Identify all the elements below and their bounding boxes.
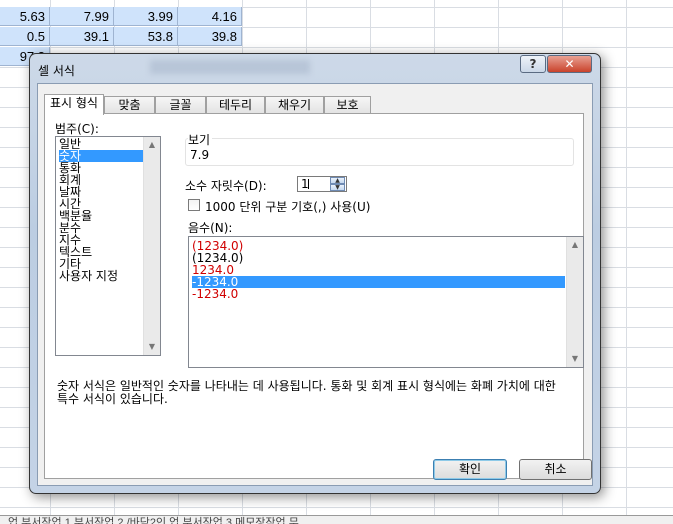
negative-option-selected[interactable]: -1234.0 <box>192 276 565 288</box>
cell[interactable]: 3.99 <box>114 7 178 26</box>
help-button[interactable]: ? <box>520 55 546 73</box>
thousand-separator-checkbox[interactable] <box>188 199 200 211</box>
tab-protection[interactable]: 보호 <box>324 96 371 114</box>
spin-down-icon[interactable]: ▼ <box>330 184 345 191</box>
text-cursor <box>308 179 309 189</box>
cancel-button[interactable]: 취소 <box>519 459 592 480</box>
negative-numbers-label: 음수(N): <box>188 221 233 235</box>
tab-alignment[interactable]: 맞춤 <box>104 96 155 114</box>
tab-font[interactable]: 글꼴 <box>155 96 206 114</box>
tab-fill[interactable]: 채우기 <box>265 96 324 114</box>
category-list[interactable]: 일반 숫자 통화 회계 날짜 시간 백분율 분수 지수 텍스트 기타 사용자 지… <box>55 136 161 356</box>
negative-option[interactable]: -1234.0 <box>192 288 565 300</box>
close-button[interactable]: ✕ <box>547 55 592 73</box>
negative-list-scrollbar[interactable]: ▲ ▼ <box>566 237 583 367</box>
cell[interactable]: 39.1 <box>50 27 114 46</box>
cell[interactable]: 39.8 <box>178 27 242 46</box>
tab-number[interactable]: 표시 형식 <box>44 94 104 115</box>
negative-option[interactable]: (1234.0) <box>192 240 565 252</box>
category-description: 숫자 서식은 일반적인 숫자를 나타내는 데 사용됩니다. 통화 및 회계 표시… <box>57 379 556 406</box>
decimal-places-label: 소수 자릿수(D): <box>185 179 267 193</box>
dialog-title: 셀 서식 <box>38 64 75 78</box>
sample-value: 7.9 <box>190 148 210 162</box>
ok-button[interactable]: 확인 <box>433 459 507 480</box>
scroll-up-icon[interactable]: ▲ <box>567 237 583 253</box>
scroll-down-icon[interactable]: ▼ <box>567 351 583 367</box>
sample-box <box>185 138 574 166</box>
cell[interactable]: 0.5 <box>0 27 50 46</box>
category-label: 범주(C): <box>55 122 99 136</box>
decimal-places-spinner[interactable]: ▲ ▼ <box>330 177 346 191</box>
scroll-up-icon[interactable]: ▲ <box>144 137 160 153</box>
negative-numbers-list[interactable]: (1234.0) (1234.0) 1234.0 -1234.0 -1234.0… <box>188 236 584 368</box>
format-cells-dialog: 셀 서식 ? ✕ 표시 형식 맞춤 글꼴 테두리 채우기 보호 범주(C): 일… <box>29 53 601 494</box>
category-scrollbar[interactable]: ▲ ▼ <box>143 137 160 355</box>
cell[interactable]: 4.16 <box>178 7 242 26</box>
cell[interactable]: 5.63 <box>0 7 50 26</box>
negative-option[interactable]: 1234.0 <box>192 264 565 276</box>
thousand-separator-label[interactable]: 1000 단위 구분 기호(,) 사용(U) <box>205 198 370 215</box>
cell[interactable]: 7.99 <box>50 7 114 26</box>
number-tab-panel: 범주(C): 일반 숫자 통화 회계 날짜 시간 백분율 분수 지수 텍스트 기… <box>44 113 584 479</box>
scroll-down-icon[interactable]: ▼ <box>144 339 160 355</box>
spin-up-icon[interactable]: ▲ <box>330 177 345 184</box>
cell[interactable]: 53.8 <box>114 27 178 46</box>
sample-label: 보기 <box>188 131 213 148</box>
tab-border[interactable]: 테두리 <box>206 96 265 114</box>
negative-option[interactable]: (1234.0) <box>192 252 565 264</box>
blurred-titlebar-region <box>150 60 310 74</box>
dialog-body: 표시 형식 맞춤 글꼴 테두리 채우기 보호 범주(C): 일반 숫자 통화 회… <box>37 83 593 486</box>
